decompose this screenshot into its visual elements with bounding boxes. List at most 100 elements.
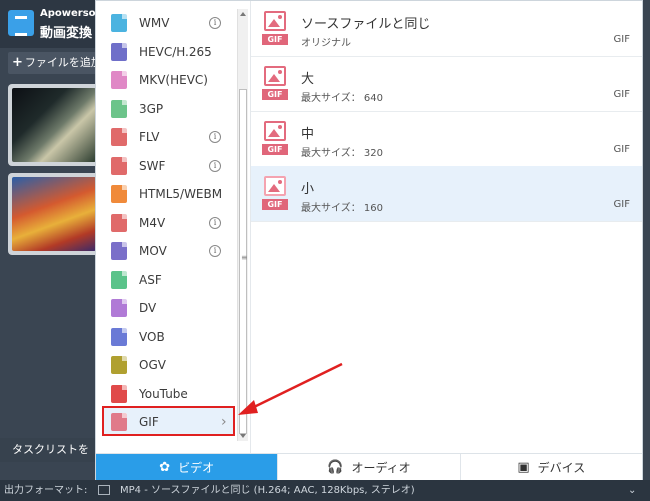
format-item-mkv-hevc-[interactable]: MKV(HEVC)	[103, 66, 235, 94]
format-label: WMV	[139, 16, 170, 30]
format-item-flv[interactable]: FLV i	[103, 123, 235, 151]
video-file-icon	[111, 356, 127, 374]
format-label: MOV	[139, 244, 167, 258]
video-file-icon	[111, 128, 127, 146]
image-icon	[264, 66, 286, 86]
preset-subtitle: 最大サイズ： 640	[301, 93, 383, 104]
info-icon[interactable]: i	[209, 245, 221, 257]
preset-row[interactable]: GIF ソースファイルと同じ オリジナル GIF	[251, 1, 642, 57]
tab-device[interactable]: ▣ デバイス	[459, 454, 642, 480]
video-file-icon	[111, 270, 127, 289]
tab-video[interactable]: ✿ ビデオ	[96, 454, 278, 480]
task-list-label: タスクリストを	[12, 443, 89, 456]
preset-row[interactable]: GIF 大最大サイズ： 640 GIF	[251, 56, 642, 112]
devices-icon: ▣	[517, 459, 530, 475]
preset-title: 大	[301, 72, 315, 87]
gif-tag: GIF	[262, 199, 288, 210]
preset-subtitle: 最大サイズ： 160	[301, 203, 383, 214]
format-label: YouTube	[139, 386, 188, 401]
video-file-icon	[111, 327, 127, 346]
app-name: 動画変換	[40, 26, 93, 41]
format-label: ASF	[139, 272, 162, 287]
format-item-3gp[interactable]: 3GP	[103, 95, 235, 123]
app-header: Apowersoft 動画変換	[0, 0, 105, 48]
folder-icon[interactable]	[98, 485, 110, 495]
add-file-label: ファイルを追加	[24, 56, 100, 69]
headphones-icon: 🎧	[327, 459, 344, 475]
gif-tag: GIF	[262, 89, 288, 100]
format-label: OGV	[139, 358, 166, 372]
format-label: HTML5/WEBM	[139, 187, 223, 201]
format-list-scrollbar[interactable]: ≡	[237, 9, 248, 441]
gif-file-icon: GIF	[262, 66, 288, 101]
format-item-hevc-h-265[interactable]: HEVC/H.265	[103, 38, 235, 66]
scroll-thumb[interactable]: ≡	[239, 89, 248, 434]
preset-row[interactable]: GIF 中最大サイズ： 320 GIF	[251, 111, 642, 167]
video-file-icon	[111, 99, 127, 118]
preset-title: 小	[301, 182, 315, 197]
video-thumbnail[interactable]	[8, 173, 100, 255]
format-item-m4v[interactable]: M4V i	[103, 209, 235, 237]
image-icon	[264, 121, 286, 141]
format-item-mov[interactable]: MOV i	[103, 237, 235, 265]
output-format-label: 出力フォーマット:	[4, 485, 88, 496]
film-reel-icon: ✿	[159, 459, 171, 475]
format-item-asf[interactable]: ASF	[103, 266, 235, 294]
preset-format: GIF	[613, 144, 630, 155]
format-item-html5-webm[interactable]: HTML5/WEBM	[103, 180, 235, 208]
tab-audio[interactable]: 🎧 オーディオ	[277, 454, 459, 480]
format-item-wmv[interactable]: WMV i	[103, 9, 235, 37]
highlight-box	[102, 406, 235, 436]
video-file-icon	[111, 71, 127, 89]
preset-format: GIF	[613, 199, 630, 210]
format-label: 3GP	[139, 101, 164, 116]
app-logo-icon	[8, 10, 34, 36]
preset-format: GIF	[613, 34, 630, 45]
gif-file-icon: GIF	[262, 11, 288, 46]
info-icon[interactable]: i	[209, 131, 221, 143]
gif-tag: GIF	[262, 34, 288, 45]
format-label: DV	[139, 301, 157, 315]
format-label: FLV	[139, 130, 160, 144]
preset-subtitle: 最大サイズ： 320	[301, 148, 383, 159]
format-label: MKV(HEVC)	[139, 73, 208, 87]
format-list: ≡ WMV i HEVC/H.265 MKV(HEVC) 3GP FLV i SWF i HTML…	[96, 1, 251, 453]
info-icon[interactable]: i	[209, 216, 221, 229]
chevron-down-icon[interactable]: ⌄	[628, 480, 636, 501]
scroll-up-arrow[interactable]	[238, 9, 248, 19]
format-item-ogv[interactable]: OGV	[103, 351, 235, 379]
format-item-youtube[interactable]: YouTube	[103, 380, 235, 408]
scroll-grip-icon: ≡	[241, 253, 248, 262]
video-file-icon	[111, 42, 127, 61]
category-tabs: ✿ ビデオ 🎧 オーディオ ▣ デバイス	[96, 453, 642, 480]
video-file-icon	[111, 185, 127, 203]
info-icon[interactable]: i	[209, 159, 221, 172]
preset-format: GIF	[613, 89, 630, 100]
task-list-bar[interactable]: タスクリストを	[0, 438, 100, 462]
output-format-value[interactable]: MP4 - ソースファイルと同じ (H.264; AAC, 128Kbps, ス…	[120, 480, 415, 501]
gif-file-icon: GIF	[262, 121, 288, 156]
image-icon	[264, 176, 286, 196]
format-label: SWF	[139, 158, 166, 173]
preset-list: GIF ソースファイルと同じ オリジナル GIF GIF 大最大サイズ： 640 GIF GI…	[251, 1, 642, 453]
tab-label: オーディオ	[351, 460, 411, 475]
video-thumbnail[interactable]	[8, 84, 100, 166]
youtube-icon	[111, 384, 127, 403]
video-file-icon	[111, 299, 127, 317]
thumbnail-image	[12, 177, 96, 251]
video-file-icon	[111, 156, 127, 175]
plus-icon: +	[12, 55, 23, 70]
format-item-dv[interactable]: DV	[103, 294, 235, 322]
gif-tag: GIF	[262, 144, 288, 155]
video-file-icon	[111, 213, 127, 232]
format-item-vob[interactable]: VOB	[103, 323, 235, 351]
format-item-swf[interactable]: SWF i	[103, 152, 235, 180]
info-icon[interactable]: i	[209, 17, 221, 29]
scroll-down-arrow[interactable]	[238, 431, 248, 441]
thumbnail-image	[12, 88, 96, 162]
gif-file-icon: GIF	[262, 176, 288, 211]
format-label: M4V	[139, 215, 166, 230]
preset-row[interactable]: GIF 小最大サイズ： 160 GIF	[251, 166, 642, 222]
video-file-icon	[111, 14, 127, 32]
add-file-button[interactable]: + ファイルを追加	[8, 52, 100, 74]
